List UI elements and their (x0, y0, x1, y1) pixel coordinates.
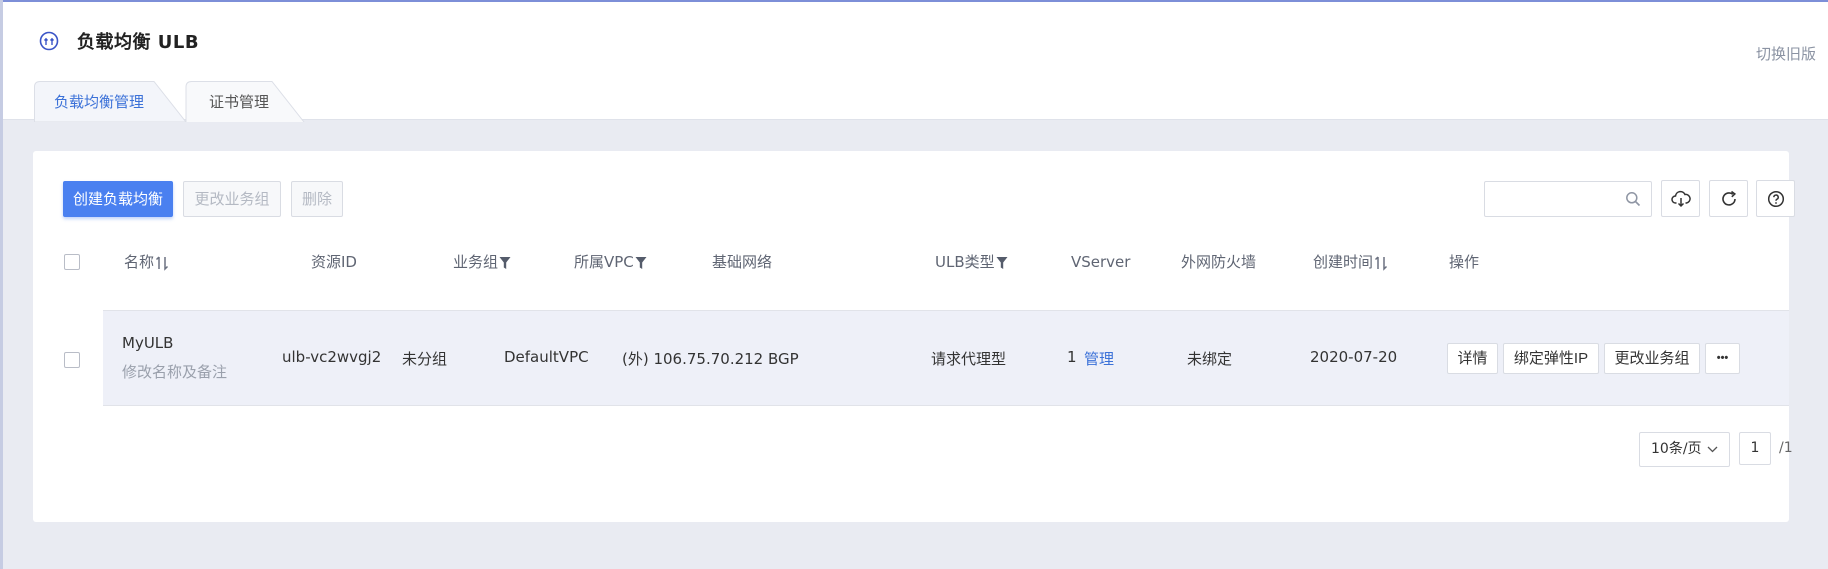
create-ulb-button[interactable]: 创建负载均衡 (63, 181, 173, 217)
col-firewall: 外网防火墙 (1181, 253, 1257, 271)
ulb-logo-icon (39, 31, 59, 51)
search-box[interactable] (1484, 181, 1652, 217)
bind-eip-button[interactable]: 绑定弹性IP (1503, 343, 1599, 374)
tab-label: 证书管理 (209, 93, 270, 111)
col-created[interactable]: 创建时间 (1313, 236, 1388, 288)
vserver-count: 1 (1067, 348, 1077, 366)
firewall-status: 未绑定 (1187, 350, 1233, 368)
tab-ulb-management[interactable]: 负载均衡管理 (34, 81, 186, 122)
vpc-name: DefaultVPC (504, 348, 589, 366)
tab-certificate-management[interactable]: 证书管理 (184, 81, 334, 122)
col-vpc[interactable]: 所属VPC (574, 236, 647, 288)
download-button[interactable] (1661, 180, 1700, 217)
content-card: 创建负载均衡 更改业务组 删除 名称 资源ID 业务组 所属VPC 基础网络 U… (33, 151, 1795, 522)
details-button[interactable]: 详情 (1447, 343, 1498, 374)
search-input[interactable] (1491, 188, 1621, 210)
tab-label: 负载均衡管理 (54, 93, 145, 111)
left-edge-line (0, 0, 3, 569)
col-vserver: VServer (1071, 253, 1131, 271)
page-title: 负载均衡 ULB (77, 32, 200, 53)
total-pages: /1 (1779, 440, 1793, 456)
refresh-icon (1721, 190, 1736, 206)
filter-icon[interactable] (635, 256, 647, 270)
help-icon (1767, 190, 1784, 207)
created-date: 2020-07-20 (1310, 348, 1398, 366)
ulb-name: MyULB (122, 334, 174, 352)
more-actions-button[interactable]: ••• (1705, 343, 1740, 374)
col-ulb-type[interactable]: ULB类型 (935, 236, 1008, 288)
filter-icon[interactable] (996, 256, 1008, 270)
col-network: 基础网络 (712, 253, 773, 271)
vserver-manage-link[interactable]: 管理 (1084, 348, 1114, 369)
col-actions: 操作 (1449, 253, 1480, 271)
search-icon[interactable] (1625, 191, 1641, 207)
sort-icon[interactable] (1374, 255, 1388, 271)
change-group-button[interactable]: 更改业务组 (183, 181, 281, 217)
sort-icon[interactable] (155, 255, 169, 271)
delete-button[interactable]: 删除 (291, 181, 343, 217)
page-header: 负载均衡 ULB 切换旧版 负载均衡管理 证书管理 (3, 2, 1828, 122)
col-name[interactable]: 名称 (124, 236, 169, 288)
page-size-select[interactable]: 10条/页 (1639, 432, 1730, 467)
page-size-value: 10条/页 (1651, 441, 1702, 457)
select-all-checkbox[interactable] (64, 254, 80, 270)
ulb-type: 请求代理型 (931, 350, 1007, 368)
resource-id: ulb-vc2wvgj2 (282, 348, 382, 366)
basic-network: (外) 106.75.70.212 BGP (622, 350, 799, 368)
table-row: MyULB 修改名称及备注 ulb-vc2wvgj2 未分组 DefaultVP… (103, 311, 1789, 406)
business-group: 未分组 (402, 350, 448, 368)
switch-old-version-link[interactable]: 切换旧版 (1756, 43, 1816, 64)
refresh-button[interactable] (1709, 180, 1748, 217)
col-group[interactable]: 业务组 (453, 236, 511, 288)
col-resource-id: 资源ID (311, 253, 357, 271)
table-header: 名称 资源ID 业务组 所属VPC 基础网络 ULB类型 VServer 外网防… (33, 236, 1789, 288)
edit-name-remark-link[interactable]: 修改名称及备注 (122, 361, 227, 382)
chevron-down-icon (1707, 446, 1718, 453)
filter-icon[interactable] (499, 256, 511, 270)
current-page-input[interactable]: 1 (1739, 432, 1771, 465)
row-checkbox[interactable] (64, 352, 80, 368)
change-group-row-button[interactable]: 更改业务组 (1604, 343, 1700, 374)
help-button[interactable] (1756, 180, 1795, 217)
brand: 负载均衡 ULB (39, 28, 199, 54)
cloud-download-icon (1670, 190, 1691, 207)
